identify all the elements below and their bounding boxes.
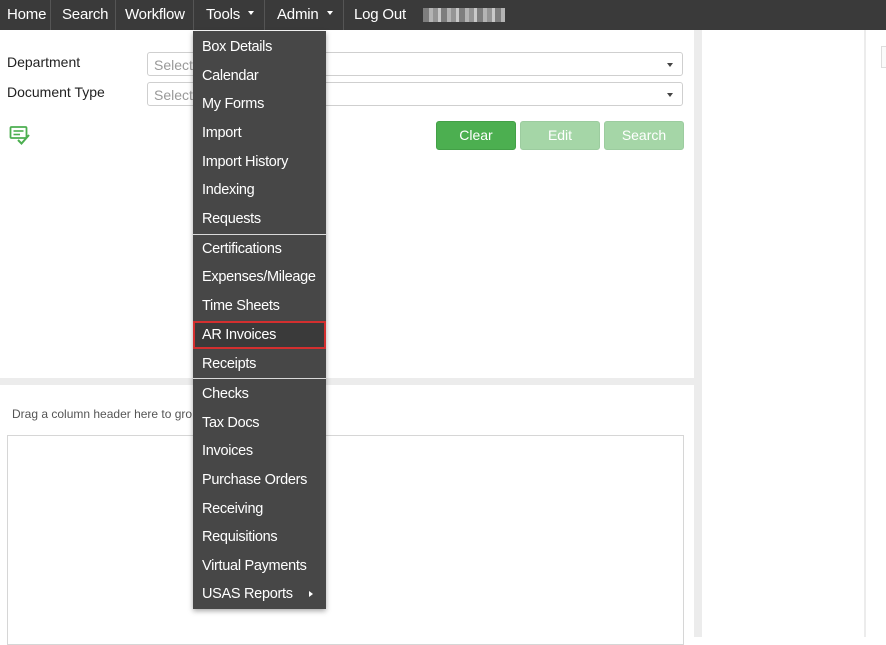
clear-button[interactable]: Clear	[436, 121, 516, 150]
nav-admin-label: Admin	[277, 6, 319, 23]
far-right-panel	[866, 30, 886, 637]
edit-button[interactable]: Edit	[520, 121, 600, 150]
chevron-down-icon	[248, 11, 255, 16]
menu-item-time-sheets[interactable]: Time Sheets	[193, 292, 326, 320]
nav-logout-label: Log Out	[354, 6, 406, 23]
menu-item-virtual-payments[interactable]: Virtual Payments	[193, 552, 326, 580]
chevron-down-icon	[667, 93, 673, 97]
chevron-right-icon	[309, 591, 313, 597]
menu-divider	[193, 378, 326, 379]
department-placeholder: Select	[154, 57, 193, 73]
menu-item-certifications[interactable]: Certifications	[193, 235, 326, 263]
menu-item-requisitions[interactable]: Requisitions	[193, 523, 326, 551]
results-grid	[7, 435, 684, 645]
nav-workflow[interactable]: Workflow	[116, 0, 194, 30]
search-button[interactable]: Search	[604, 121, 684, 150]
menu-item-import-history[interactable]: Import History	[193, 148, 326, 176]
menu-item-tax-docs[interactable]: Tax Docs	[193, 409, 326, 437]
menu-item-indexing[interactable]: Indexing	[193, 176, 326, 204]
menu-item-receiving[interactable]: Receiving	[193, 495, 326, 523]
top-navbar: Home Search Workflow Tools Admin Log Out	[0, 0, 886, 30]
chevron-down-icon	[667, 63, 673, 67]
department-label: Department	[7, 54, 81, 70]
menu-item-my-forms[interactable]: My Forms	[193, 90, 326, 118]
side-panel	[702, 30, 864, 637]
menu-item-requests[interactable]: Requests	[193, 205, 326, 233]
chevron-down-icon	[326, 11, 333, 16]
group-by-hint: Drag a column header here to gro	[12, 407, 193, 421]
menu-item-calendar[interactable]: Calendar	[193, 62, 326, 90]
menu-item-box-details[interactable]: Box Details	[193, 33, 326, 61]
nav-logout[interactable]: Log Out	[344, 0, 416, 30]
nav-admin[interactable]: Admin	[265, 0, 344, 30]
document-type-label: Document Type	[7, 84, 105, 100]
menu-item-checks[interactable]: Checks	[193, 380, 326, 408]
menu-item-ar-invoices[interactable]: AR Invoices	[193, 321, 326, 349]
menu-item-usas-reports[interactable]: USAS Reports	[193, 580, 326, 608]
nav-tools-label: Tools	[206, 6, 241, 23]
nav-workflow-label: Workflow	[125, 6, 185, 23]
redacted-username	[423, 8, 505, 22]
menu-item-expenses-mileage[interactable]: Expenses/Mileage	[193, 263, 326, 291]
menu-item-import[interactable]: Import	[193, 119, 326, 147]
menu-item-receipts[interactable]: Receipts	[193, 350, 326, 378]
nav-search-label: Search	[62, 6, 109, 23]
nav-home[interactable]: Home	[0, 0, 51, 30]
checklist-icon[interactable]	[9, 125, 31, 145]
menu-item-purchase-orders[interactable]: Purchase Orders	[193, 466, 326, 494]
document-type-placeholder: Select	[154, 87, 193, 103]
menu-item-invoices[interactable]: Invoices	[193, 437, 326, 465]
nav-home-label: Home	[7, 6, 47, 23]
collapsed-panel-tab[interactable]	[881, 46, 886, 68]
nav-tools[interactable]: Tools	[194, 0, 265, 30]
tools-dropdown-menu: Box Details Calendar My Forms Import Imp…	[193, 31, 326, 609]
menu-item-usas-reports-label: USAS Reports	[202, 586, 293, 602]
nav-search[interactable]: Search	[51, 0, 116, 30]
